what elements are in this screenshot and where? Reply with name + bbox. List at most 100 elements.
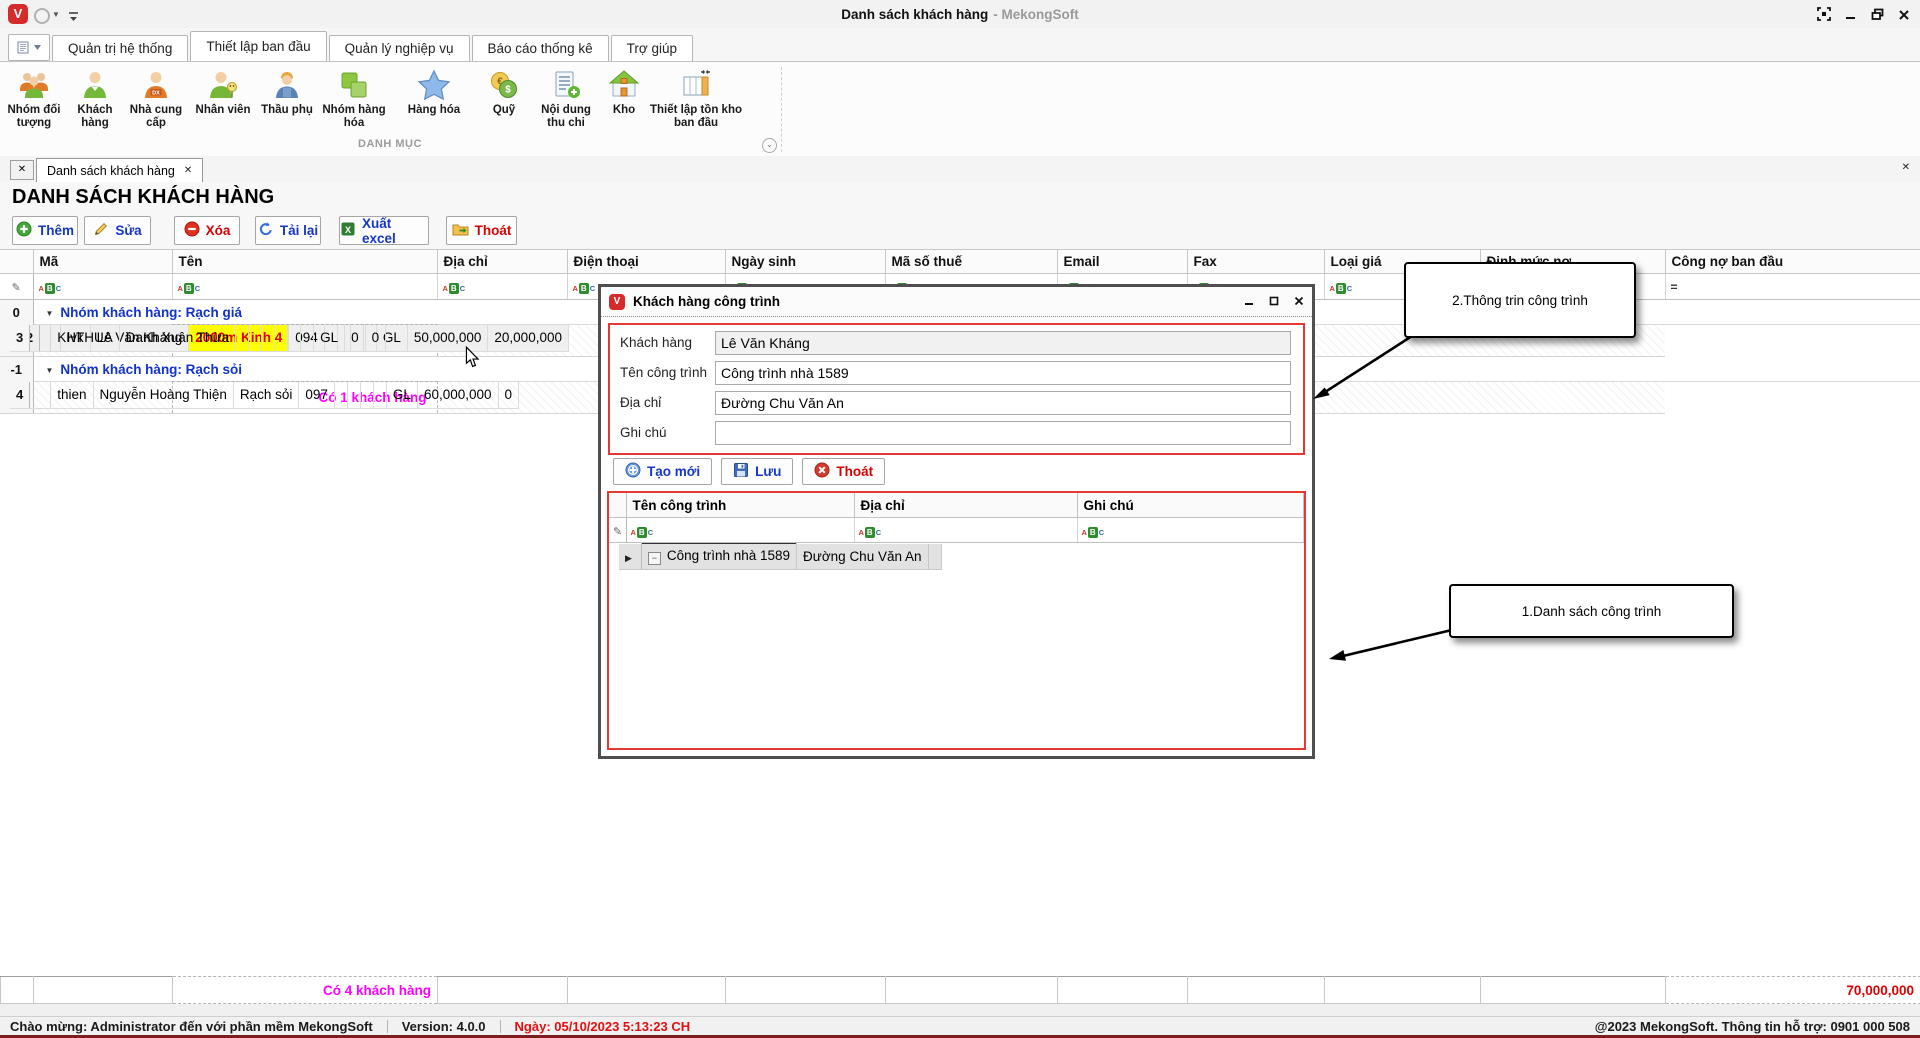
ribbon-item-6[interactable]: Hàng hóa [392,67,476,117]
ribbon-home-menu-button[interactable] [8,34,50,61]
dialog-column-header-dia_chi[interactable]: Địa chỉ [854,493,1077,518]
dialog-titlebar[interactable]: V Khách hàng công trình [601,287,1312,317]
ribbon-item-2[interactable]: DX Nhà cung cấp [124,67,188,129]
ribbon-item-1[interactable]: Khách hàng [66,67,124,129]
column-header-fax[interactable]: Fax [1187,250,1324,274]
cell-dien_thoai[interactable]: 097 [299,382,335,409]
cell-ma[interactable]: KHTHUA [30,325,120,352]
filter-cell-dia_chi[interactable]: ABC [437,274,567,300]
ribbon-item-7[interactable]: €$ Quỹ [476,67,532,117]
dialog-input-1[interactable] [715,361,1291,385]
filter-cell-ma[interactable]: ABC [33,274,172,300]
dialog-table-row[interactable]: ▶ −Công trình nhà 1589 Đường Chu Văn An [619,543,1294,567]
dialog-cell-dia_chi[interactable]: Đường Chu Văn An [797,544,928,570]
tab-danh-sach-khach-hang[interactable]: Danh sách khách hàng ✕ [36,158,203,182]
tải-lại-button[interactable]: Tải lại [255,216,321,245]
cell-fax[interactable] [373,382,386,409]
xuất-excel-button[interactable]: XXuất excel [339,216,429,245]
xóa-button[interactable]: Xóa [174,216,240,245]
dialog-filter-cell-ten_cong_trinh[interactable]: ABC [626,518,854,543]
text-filter-icon[interactable]: ABC [39,283,62,294]
quick-access-button[interactable] [34,8,50,24]
ribbon-item-5[interactable]: Nhóm hàng hóa [316,67,392,129]
dialog-column-header-ghi_chu[interactable]: Ghi chú [1077,493,1304,518]
thêm-button[interactable]: Thêm [12,216,78,245]
ribbon-tab-quản-lý-nghiệp-vụ[interactable]: Quản lý nghiệp vụ [329,35,470,61]
dialog-cell-ghi_chu[interactable] [928,544,941,570]
group-dialog-launcher-icon[interactable]: ⌄ [762,138,777,153]
column-header-dien_thoai[interactable]: Điện thoại [567,250,725,274]
cell-email[interactable] [360,382,373,409]
ribbon-tab-trợ-giúp[interactable]: Trợ giúp [611,35,693,61]
column-header-cong_no[interactable]: Công nợ ban đầu [1665,250,1920,274]
cell-dinh_muc_no[interactable]: 0 [345,325,366,352]
text-filter-icon[interactable]: ABC [443,283,466,294]
minimize-icon[interactable] [1845,8,1857,26]
cell-loai_gia[interactable]: GL [386,382,417,409]
ribbon-tab-quản-trị-hệ-thống[interactable]: Quản trị hệ thống [52,35,188,61]
dialog-input-2[interactable] [715,391,1291,415]
numeric-filter-icon[interactable]: = [1671,280,1678,294]
fullscreen-icon[interactable] [1817,7,1831,26]
dialog-input-0[interactable] [715,331,1291,355]
dialog-input-3[interactable] [715,421,1291,445]
tabstrip-close-icon[interactable]: ✕ [1902,162,1910,173]
customize-toolbar-icon[interactable] [68,9,79,27]
text-filter-icon[interactable]: ABC [573,283,596,294]
cell-ten[interactable]: Nguyễn Hoàng Thiện [93,382,233,409]
dialog-filter-cell-ghi_chu[interactable]: ABC [1077,518,1304,543]
cell-ma[interactable]: thien [30,382,93,409]
thoát-button[interactable]: Thoát [446,216,517,245]
tab-close-icon[interactable]: ✕ [184,165,192,176]
text-filter-icon[interactable]: ABC [859,527,882,538]
column-header-dia_chi[interactable]: Địa chỉ [437,250,567,274]
ribbon-tab-báo-cáo-thống-kê[interactable]: Báo cáo thống kê [472,35,609,61]
ribbon-item-3[interactable]: Nhân viên [188,67,258,117]
ribbon-item-8[interactable]: Nội dung thu chi [532,67,600,129]
text-filter-icon[interactable]: ABC [631,527,654,538]
text-filter-icon[interactable]: ABC [178,283,201,294]
dialog-filter-cell-dia_chi[interactable]: ABC [854,518,1077,543]
ribbon-item-10[interactable]: Thiết lập tồn kho ban đầu [648,67,744,129]
sửa-button[interactable]: Sửa [84,216,151,245]
app-logo-icon[interactable]: V [8,4,28,24]
filter-cell-ten[interactable]: ABC [172,274,437,300]
column-header-ngay_sinh[interactable]: Ngày sinh [725,250,885,274]
close-icon[interactable] [1898,8,1910,26]
ribbon-item-9[interactable]: Kho [600,67,648,117]
close-all-tabs-button[interactable]: ✕ [10,160,34,180]
dialog-minimize-icon[interactable] [1244,293,1254,311]
cell-cong_no[interactable]: 0 [498,382,519,409]
cell-dien_thoai[interactable] [249,325,262,352]
cell-ngay_sinh[interactable] [262,325,275,352]
filter-cell-cong_no[interactable]: = [1665,274,1920,300]
collapse-triangle-icon[interactable]: ▼ [46,366,54,375]
dialog-column-header-ten_cong_trinh[interactable]: Tên công trình [626,493,854,518]
cell-ma_so_thue[interactable] [275,325,288,352]
ribbon-item-0[interactable]: Nhóm đối tượng [2,67,66,129]
cell-cong_no[interactable]: 0 [365,325,386,352]
restore-icon[interactable] [1871,8,1884,26]
text-filter-icon[interactable]: ABC [1330,283,1353,294]
dialog-restore-icon[interactable] [1269,293,1279,311]
ribbon-tab-thiết-lập-ban-đầu[interactable]: Thiết lập ban đầu [190,31,326,61]
dialog-lưu-button[interactable]: Lưu [721,458,793,485]
cell-loai_gia[interactable]: GL [314,325,345,352]
cell-ma_so_thue[interactable] [347,382,360,409]
cell-fax[interactable] [301,325,314,352]
collapse-triangle-icon[interactable]: ▼ [46,309,54,318]
cell-ngay_sinh[interactable] [334,382,347,409]
chevron-down-icon[interactable]: ▼ [52,10,60,19]
dialog-cell-ten_cong_trinh[interactable]: −Công trình nhà 1589 [641,544,796,570]
dialog-tạo-mới-button[interactable]: Tạo mới [613,458,712,485]
cell-dia_chi[interactable] [236,325,249,352]
ribbon-item-4[interactable]: Thầu phụ [258,67,316,117]
dialog-thoát-button[interactable]: Thoát [802,458,885,485]
expand-box-icon[interactable]: − [648,552,661,565]
column-header-ma_so_thue[interactable]: Mã số thuế [885,250,1057,274]
column-header-ten[interactable]: Tên [172,250,437,274]
cell-email[interactable] [288,325,301,352]
dialog-close-icon[interactable] [1294,293,1304,311]
cell-dinh_muc_no[interactable]: 60,000,000 [417,382,498,409]
column-header-ma[interactable]: Mã [33,250,172,274]
